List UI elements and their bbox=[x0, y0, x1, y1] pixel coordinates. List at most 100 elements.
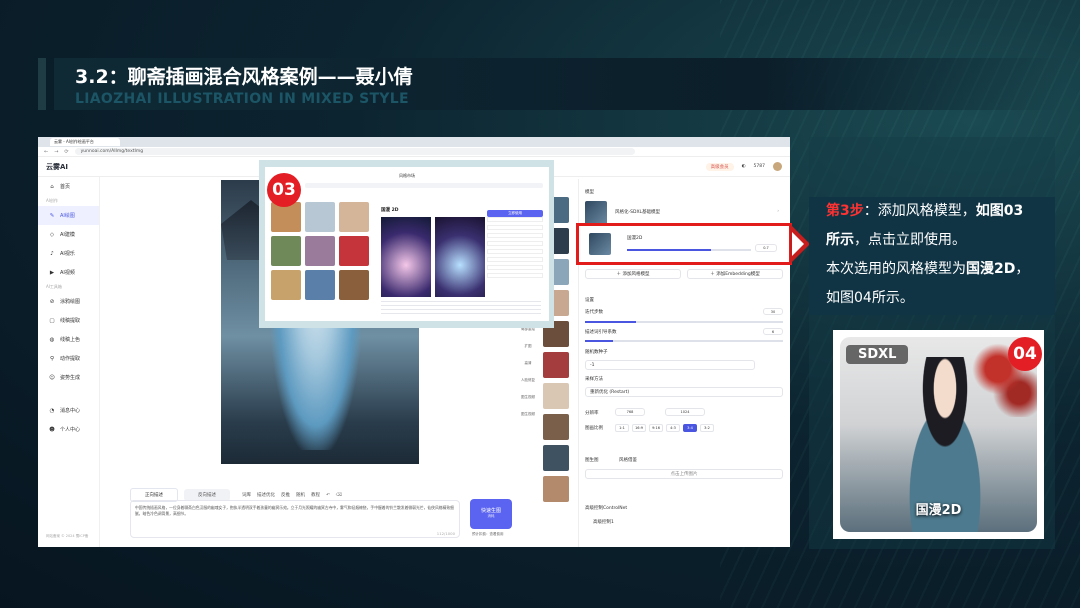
tab-style-ref[interactable]: 风格借鉴 bbox=[619, 457, 637, 463]
info-text: 如图04所示。 bbox=[826, 290, 914, 306]
tool-upscale[interactable]: 高清 bbox=[518, 361, 538, 366]
pose-icon: ☺ bbox=[49, 374, 55, 381]
ratio-option[interactable]: 9:16 bbox=[649, 424, 663, 432]
moon-icon[interactable]: ◐ bbox=[742, 164, 746, 169]
forward-icon[interactable]: → bbox=[54, 149, 58, 155]
base-model-select[interactable]: 风格化-SDXL基础模型 › bbox=[585, 203, 783, 223]
cfg-slider[interactable] bbox=[585, 340, 783, 342]
height-input[interactable]: 1024 bbox=[665, 408, 705, 416]
sidebar-item-home[interactable]: ⌂ 首页 bbox=[38, 177, 99, 196]
chevron-right-icon: › bbox=[777, 209, 779, 214]
info-bold: 国漫2D bbox=[966, 261, 1016, 277]
prompt-tool-optimize[interactable]: 描述优化 bbox=[257, 492, 275, 498]
sidebar-item-label: 线稿提取 bbox=[60, 318, 81, 324]
generate-sub: 消耗 bbox=[487, 514, 495, 518]
tool-img2video[interactable]: 图生视频 bbox=[518, 395, 538, 400]
generate-button[interactable]: 快速生图 消耗 bbox=[470, 499, 512, 529]
steps-slider[interactable] bbox=[585, 321, 783, 323]
info-bold: 如图03 bbox=[975, 203, 1024, 219]
browser-tab[interactable]: 云雾 - AI创作绘画平台 bbox=[50, 138, 120, 146]
controlnet-label: 高级控制ControlNet bbox=[585, 506, 628, 511]
info-text: 添加风格模型， bbox=[877, 203, 976, 219]
seed-label: 随机数种子 bbox=[585, 350, 608, 355]
use-now-button[interactable]: 立即使用 bbox=[487, 210, 543, 217]
ratio-option-selected[interactable]: 3:4 bbox=[683, 424, 697, 432]
sidebar-item-colorize[interactable]: ◍ 线稿上色 bbox=[38, 330, 99, 349]
history-thumb[interactable] bbox=[543, 476, 569, 502]
undo-icon[interactable]: ↶ bbox=[326, 493, 330, 498]
popup-model-name: 国漫 2D bbox=[381, 208, 399, 213]
fee-note[interactable]: 预计扣费：查看费用 bbox=[472, 532, 504, 537]
prompt-tool-tutorial[interactable]: 教程 bbox=[311, 492, 320, 498]
model-thumb[interactable] bbox=[305, 202, 335, 232]
width-input[interactable]: 768 bbox=[615, 408, 645, 416]
sidebar-item-motion[interactable]: ⚲ 动作提取 bbox=[38, 349, 99, 368]
sidebar-item-profile[interactable]: ☻ 个人中心 bbox=[38, 420, 99, 439]
tool-face-fix[interactable]: 人脸修复 bbox=[518, 378, 538, 383]
model-thumb[interactable] bbox=[339, 236, 369, 266]
tab-img2img[interactable]: 图生图 bbox=[585, 457, 599, 463]
prompt-tool-lexicon[interactable]: 词库 bbox=[242, 492, 251, 498]
sidebar-item-messages[interactable]: ◔ 消息中心 bbox=[38, 401, 99, 420]
prompt-textarea[interactable]: 中国传统插画风格，一位身着聊斋白色汉服的幽魂女子，抱执半透明双手着孩童的幽冥乐宛… bbox=[130, 500, 460, 538]
history-thumb[interactable] bbox=[543, 445, 569, 471]
back-icon[interactable]: ← bbox=[44, 149, 48, 155]
info-bold: 所示 bbox=[826, 232, 854, 248]
sidebar-item-ai-model[interactable]: ◇ AI建模 bbox=[38, 225, 99, 244]
prompt-tool-random[interactable]: 随机 bbox=[296, 492, 305, 498]
vip-badge[interactable]: 高级会员 bbox=[705, 162, 734, 171]
steps-value[interactable]: 30 bbox=[763, 308, 783, 315]
user-icon: ☻ bbox=[49, 426, 55, 433]
music-icon: ♪ bbox=[50, 250, 54, 257]
add-embedding-button[interactable]: ＋ 添加Embedding模型 bbox=[687, 269, 783, 279]
title-accent-bar bbox=[38, 58, 46, 110]
model-thumb[interactable] bbox=[339, 270, 369, 300]
history-thumb[interactable] bbox=[543, 414, 569, 440]
cfg-value[interactable]: 6 bbox=[763, 328, 783, 335]
model-thumb[interactable] bbox=[305, 236, 335, 266]
preview-image-1[interactable] bbox=[381, 217, 431, 297]
url-input[interactable]: yunnoai.com/AIImg/textImg bbox=[74, 148, 635, 155]
ratio-option[interactable]: 3:2 bbox=[700, 424, 714, 432]
browser-tabbar: 云雾 - AI创作绘画平台 bbox=[38, 137, 790, 147]
controlnet-item[interactable]: 高级控制1 bbox=[593, 519, 614, 525]
history-thumb[interactable] bbox=[543, 383, 569, 409]
sidebar-item-doodle[interactable]: ⊘ 涂鸦绘图 bbox=[38, 292, 99, 311]
prompt-count: 112/1000 bbox=[436, 530, 455, 536]
avatar[interactable] bbox=[773, 162, 782, 171]
ratio-option[interactable]: 4:3 bbox=[666, 424, 680, 432]
refresh-icon[interactable]: ⟳ bbox=[64, 149, 68, 155]
model-thumb[interactable] bbox=[271, 236, 301, 266]
tool-img2video-2[interactable]: 图生视频 bbox=[518, 412, 538, 417]
seed-input[interactable]: -1 bbox=[585, 360, 755, 370]
sidebar-item-ai-draw[interactable]: ✎ AI绘图 bbox=[38, 206, 99, 225]
add-style-model-button[interactable]: ＋ 添加风格模型 bbox=[585, 269, 681, 279]
slide-subtitle: LIAOZHAI ILLUSTRATION IN MIXED STYLE bbox=[75, 91, 409, 107]
app-logo[interactable]: 云雾AI bbox=[46, 162, 68, 172]
cube-icon: ◇ bbox=[49, 231, 55, 238]
model-thumb[interactable] bbox=[305, 270, 335, 300]
sidebar-item-ai-music[interactable]: ♪ AI视乐 bbox=[38, 244, 99, 263]
sidebar-item-pose[interactable]: ☺ 姿势生成 bbox=[38, 368, 99, 387]
trash-icon[interactable]: ⌫ bbox=[336, 493, 342, 498]
ratio-option[interactable]: 1:1 bbox=[615, 424, 629, 432]
video-icon: ▶ bbox=[49, 269, 55, 276]
info-text: ， bbox=[1015, 261, 1030, 277]
sidebar-item-lineart[interactable]: ▢ 线稿提取 bbox=[38, 311, 99, 330]
sidebar-footer: 网站备案 © 2024 蜀ICP备 bbox=[46, 534, 89, 538]
history-thumb[interactable] bbox=[543, 352, 569, 378]
model-thumb[interactable] bbox=[339, 202, 369, 232]
tool-expand[interactable]: 扩图 bbox=[518, 344, 538, 349]
model-thumb[interactable] bbox=[271, 270, 301, 300]
ratio-option[interactable]: 16:9 bbox=[632, 424, 646, 432]
prompt-text: 中国传统插画风格，一位身着聊斋白色汉服的幽魂女子，抱执半透明双手着孩童的幽冥乐宛… bbox=[135, 505, 454, 516]
step-label: 第3步 bbox=[826, 203, 864, 219]
brush-icon: ✎ bbox=[49, 212, 55, 219]
dialog-searchbar[interactable] bbox=[305, 183, 543, 188]
preview-image-2[interactable] bbox=[435, 217, 485, 297]
sampler-select[interactable]: 重新优化 (Restart) bbox=[585, 387, 783, 397]
sidebar-item-ai-video[interactable]: ▶ AI视频 bbox=[38, 263, 99, 282]
info-text: 本次选用的风格模型为 bbox=[826, 261, 966, 277]
upload-area[interactable]: 点击上传图片 bbox=[585, 469, 783, 479]
prompt-tool-reverse[interactable]: 反推 bbox=[281, 492, 290, 498]
